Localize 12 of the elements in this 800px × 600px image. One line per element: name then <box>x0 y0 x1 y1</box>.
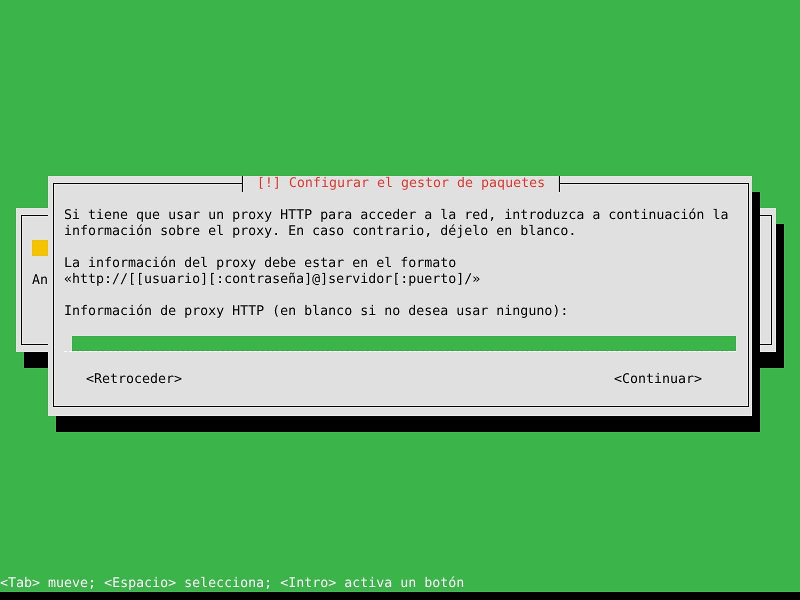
dialog-button[interactable]: <Retroceder> <box>86 372 182 388</box>
dialog-text: La información del proxy debe estar en el formato <box>64 256 458 272</box>
dialog-title: [!] Configurar el gestor de paquetes <box>242 176 560 192</box>
dialog-text: Información de proxy HTTP (en blanco si no desea usar ninguno): <box>64 304 570 320</box>
dialog-button[interactable]: <Continuar> <box>614 372 702 388</box>
dialog-text: información sobre el proxy. En caso contrario, déjelo en blanco. <box>64 224 578 240</box>
dialog-text: An <box>32 273 48 289</box>
dialog-text: Si tiene que usar un proxy HTTP para acceder a la red, introduzca a continuación la <box>64 208 730 224</box>
status-bar: <Tab> mueve; <Espacio> selecciona; <Intro> activa un botón <box>0 576 800 592</box>
dialog-text: «http://[[usuario][:contraseña]@]servidor[:puerto]/» <box>64 272 482 288</box>
input-field[interactable] <box>64 336 736 352</box>
cursor-block <box>32 240 48 256</box>
